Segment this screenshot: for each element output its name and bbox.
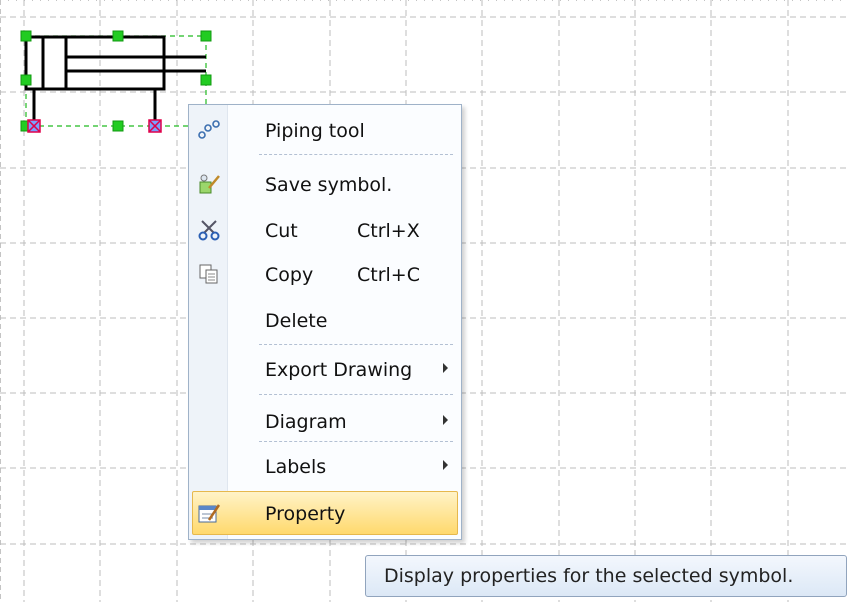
menu-item-label: Labels <box>265 456 327 478</box>
selection-box <box>25 35 207 127</box>
menu-item-label: Diagram <box>265 411 347 433</box>
menu-item-diagram[interactable]: Diagram <box>189 402 461 440</box>
menu-item-cut[interactable]: Cut Ctrl+X <box>189 211 461 249</box>
menu-item-piping-tool[interactable]: Piping tool <box>189 111 461 149</box>
menu-separator <box>259 154 453 155</box>
menu-item-export-drawing[interactable]: Export Drawing <box>189 350 461 388</box>
menu-item-label: Copy <box>265 264 314 286</box>
menu-item-delete[interactable]: Delete <box>189 301 461 339</box>
menu-item-shortcut: Ctrl+C <box>357 264 420 286</box>
menu-item-label: Property <box>265 503 346 525</box>
property-icon <box>197 502 221 524</box>
scissors-icon <box>197 219 221 241</box>
piping-tool-icon <box>197 119 221 141</box>
submenu-arrow-icon <box>443 460 448 470</box>
menu-item-label: Save symbol. <box>265 174 393 196</box>
submenu-arrow-icon <box>443 415 448 425</box>
menu-separator <box>259 394 453 395</box>
save-symbol-icon <box>197 173 221 195</box>
submenu-arrow-icon <box>443 363 448 373</box>
menu-item-property[interactable]: Property <box>189 494 461 532</box>
cylinder-symbol[interactable] <box>18 28 214 136</box>
context-menu: Piping tool Save symbol. Cut Ctrl+X Copy… <box>188 104 462 540</box>
tooltip-text: Display properties for the selected symb… <box>384 565 794 587</box>
menu-item-label: Cut <box>265 220 298 242</box>
menu-item-shortcut: Ctrl+X <box>357 220 420 242</box>
menu-item-label: Export Drawing <box>265 359 413 381</box>
selection-handles <box>20 30 212 132</box>
menu-item-save-symbol[interactable]: Save symbol. <box>189 165 461 203</box>
menu-separator <box>259 441 453 442</box>
menu-item-copy[interactable]: Copy Ctrl+C <box>189 255 461 293</box>
menu-item-labels[interactable]: Labels <box>189 447 461 485</box>
menu-item-label: Delete <box>265 310 328 332</box>
menu-separator <box>259 344 453 345</box>
tooltip: Display properties for the selected symb… <box>365 555 847 597</box>
menu-item-label: Piping tool <box>265 120 365 142</box>
copy-icon <box>197 263 221 285</box>
